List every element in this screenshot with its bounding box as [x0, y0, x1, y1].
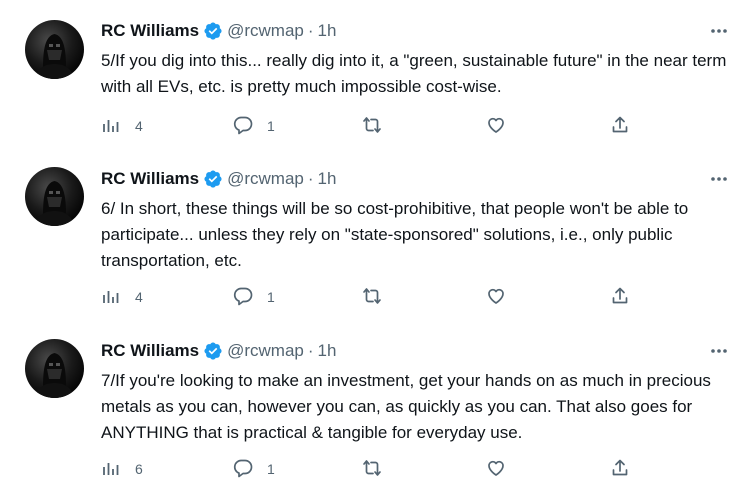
views-count: 6: [135, 461, 143, 477]
reply-count: 1: [267, 118, 275, 134]
verified-badge-icon: [203, 341, 223, 361]
author-name[interactable]: RC Williams: [101, 21, 199, 41]
like-button[interactable]: [486, 114, 506, 138]
verified-badge-icon: [203, 21, 223, 41]
separator-dot: ·: [307, 169, 314, 188]
more-icon[interactable]: [707, 341, 731, 361]
verified-badge-icon: [203, 169, 223, 189]
views-button[interactable]: 4: [101, 285, 143, 309]
analytics-icon: [101, 115, 121, 138]
more-icon[interactable]: [707, 21, 731, 41]
analytics-icon: [101, 286, 121, 309]
avatar-image: [35, 353, 74, 398]
tweet-text: 5/If you dig into this... really dig int…: [101, 51, 727, 96]
author-handle[interactable]: @rcwmap: [227, 169, 304, 189]
action-bar: 6 1: [101, 457, 661, 481]
timestamp[interactable]: 1h: [318, 21, 337, 41]
tweet-text: 7/If you're looking to make an investmen…: [101, 371, 711, 442]
like-icon: [486, 115, 506, 138]
retweet-icon: [362, 286, 382, 309]
author-name[interactable]: RC Williams: [101, 341, 199, 361]
timestamp[interactable]: 1h: [318, 169, 337, 189]
share-button[interactable]: [610, 457, 630, 481]
retweet-button[interactable]: [362, 114, 382, 138]
retweet-button[interactable]: [362, 285, 382, 309]
more-icon[interactable]: [707, 169, 731, 189]
like-icon: [486, 286, 506, 309]
action-bar: 4 1: [101, 285, 661, 309]
action-bar: 4 1: [101, 114, 661, 138]
avatar[interactable]: [25, 167, 84, 226]
views-button[interactable]: 6: [101, 457, 143, 481]
avatar[interactable]: [25, 339, 84, 398]
author-name[interactable]: RC Williams: [101, 169, 199, 189]
reply-button[interactable]: 1: [233, 457, 275, 481]
share-button[interactable]: [610, 114, 630, 138]
reply-icon: [233, 458, 253, 481]
author-handle[interactable]: @rcwmap: [227, 341, 304, 361]
like-icon: [486, 458, 506, 481]
share-icon: [610, 458, 630, 481]
share-button[interactable]: [610, 285, 630, 309]
share-icon: [610, 286, 630, 309]
author-handle[interactable]: @rcwmap: [227, 21, 304, 41]
reply-icon: [233, 286, 253, 309]
analytics-icon: [101, 458, 121, 481]
tweet-text: 6/ In short, these things will be so cos…: [101, 199, 689, 270]
views-count: 4: [135, 118, 143, 134]
separator-dot: ·: [307, 21, 314, 40]
like-button[interactable]: [486, 285, 506, 309]
like-button[interactable]: [486, 457, 506, 481]
reply-count: 1: [267, 461, 275, 477]
reply-button[interactable]: 1: [233, 114, 275, 138]
reply-count: 1: [267, 289, 275, 305]
reply-button[interactable]: 1: [233, 285, 275, 309]
separator-dot: ·: [307, 341, 314, 360]
reply-icon: [233, 115, 253, 138]
views-count: 4: [135, 289, 143, 305]
timestamp[interactable]: 1h: [318, 341, 337, 361]
views-button[interactable]: 4: [101, 114, 143, 138]
retweet-icon: [362, 115, 382, 138]
retweet-icon: [362, 458, 382, 481]
retweet-button[interactable]: [362, 457, 382, 481]
share-icon: [610, 115, 630, 138]
avatar-image: [35, 34, 74, 79]
avatar[interactable]: [25, 20, 84, 79]
avatar-image: [35, 181, 74, 226]
